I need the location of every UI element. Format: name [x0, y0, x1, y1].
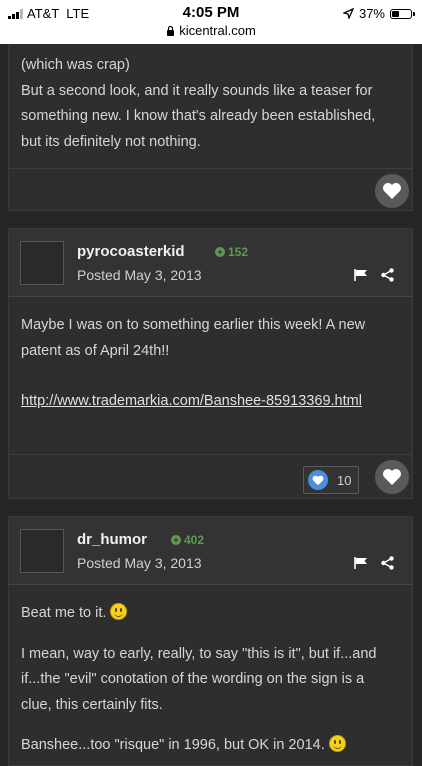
post-text: (which was crap)	[21, 57, 130, 73]
post-text: Banshee...too "risque" in 1996, but OK i…	[21, 737, 325, 753]
reputation-count: 402	[184, 533, 205, 547]
smiley-icon	[110, 603, 128, 620]
flag-icon[interactable]	[354, 557, 368, 569]
reputation-badge: + 402	[171, 533, 204, 547]
post-text: But a second look, and it really sounds …	[21, 82, 376, 150]
post-footer: 10	[9, 454, 412, 499]
post-date[interactable]: Posted May 3, 2013	[77, 555, 202, 571]
share-icon[interactable]	[381, 556, 394, 570]
post-text: Maybe I was on to something earlier this…	[21, 317, 366, 359]
plus-circle-icon: +	[171, 535, 181, 545]
post-text: Beat me to it.	[21, 605, 107, 621]
reputation-count: 152	[228, 245, 249, 259]
forum-post: dr_humor + 402 Posted May 3, 2013 Beat m…	[8, 516, 413, 766]
battery-percent: 37%	[358, 6, 385, 21]
smiley-icon	[328, 735, 346, 752]
share-icon[interactable]	[381, 268, 394, 282]
avatar[interactable]	[20, 241, 64, 285]
reaction-number: 10	[337, 472, 352, 488]
post-link[interactable]: http://www.trademarkia.com/Banshee-85913…	[21, 393, 362, 409]
heart-icon	[308, 470, 328, 490]
reaction-count[interactable]: 10	[303, 466, 359, 494]
post-content: Beat me to it. I mean, way to early, rea…	[21, 601, 398, 759]
author-name[interactable]: dr_humor	[77, 531, 147, 548]
location-arrow-icon	[342, 8, 354, 19]
heart-icon	[383, 183, 401, 199]
like-button[interactable]	[375, 460, 409, 494]
post-date[interactable]: Posted May 3, 2013	[77, 267, 202, 283]
forum-post: pyrocoasterkid + 152 Posted May 3, 2013 …	[8, 228, 413, 499]
reputation-badge: + 152	[215, 245, 248, 259]
lock-icon	[167, 25, 175, 36]
post-content: Maybe I was on to something earlier this…	[21, 313, 398, 415]
like-button[interactable]	[375, 174, 409, 208]
status-bar: AT&T LTE 4:05 PM 37% kicentral.com	[0, 0, 422, 44]
plus-circle-icon: +	[215, 247, 225, 257]
avatar[interactable]	[20, 529, 64, 573]
post-footer	[9, 168, 412, 213]
author-name[interactable]: pyrocoasterkid	[77, 243, 185, 260]
address-bar[interactable]: kicentral.com	[0, 23, 422, 38]
post-text: I mean, way to early, really, to say "th…	[21, 645, 377, 713]
post-header: pyrocoasterkid + 152 Posted May 3, 2013	[9, 229, 412, 297]
flag-icon[interactable]	[354, 269, 368, 281]
battery-icon	[390, 8, 415, 19]
heart-icon	[383, 469, 401, 485]
url-text: kicentral.com	[179, 23, 256, 38]
post-header: dr_humor + 402 Posted May 3, 2013	[9, 517, 412, 585]
post-content: (which was crap) But a second look, and …	[21, 53, 398, 155]
status-right: 37%	[342, 6, 415, 21]
